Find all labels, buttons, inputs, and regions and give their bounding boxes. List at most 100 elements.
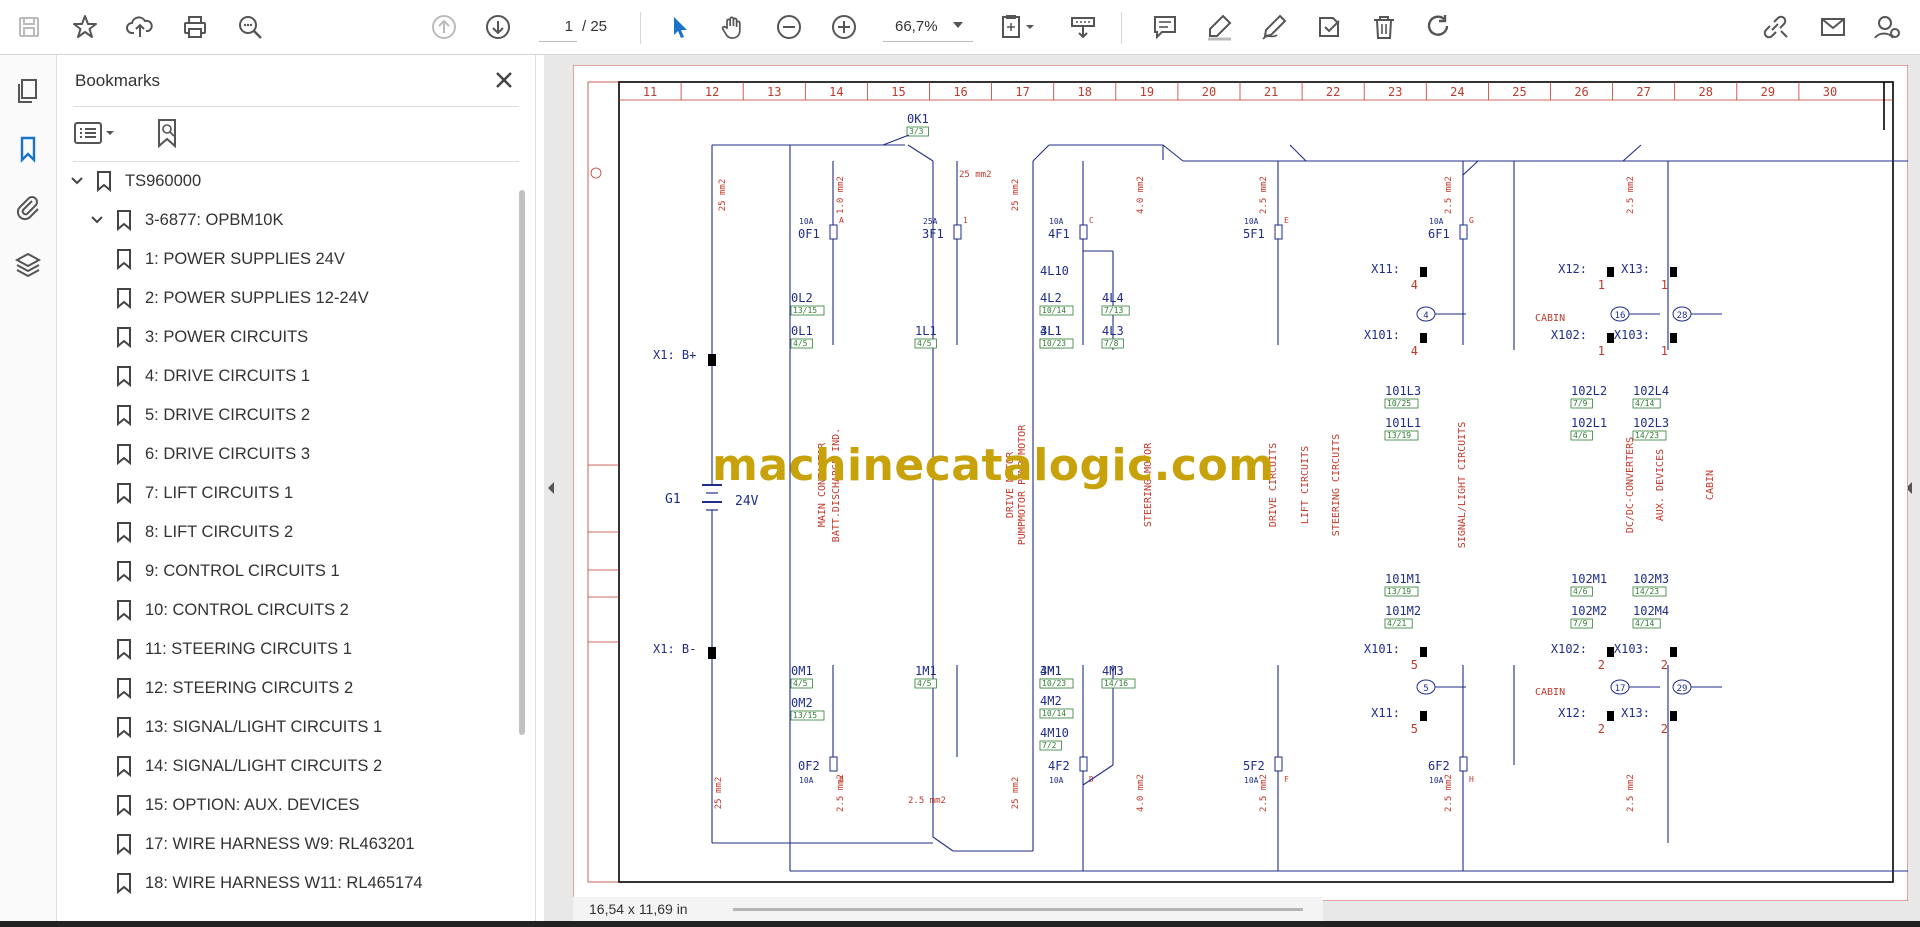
fuse-label: 5F1 [1243,227,1265,241]
scrollbar[interactable] [519,190,525,735]
bookmark-icon [115,560,133,583]
bookmark-item[interactable]: 5: DRIVE CIRCUITS 2 [115,399,310,431]
layers-icon[interactable] [12,249,44,281]
fuse-letter: H [1469,775,1474,784]
terminal-label: 4L4 [1102,291,1124,305]
bookmark-item[interactable]: 6: DRIVE CIRCUITS 3 [115,438,310,470]
battery-minus-terminal: X1: B- [653,642,696,656]
terminal-label: 4L1 [1040,324,1062,338]
chevron-down-icon[interactable] [953,22,963,28]
bookmark-icon [115,209,133,232]
bookmark-item[interactable]: 15: OPTION: AUX. DEVICES [115,789,360,821]
bookmarks-icon[interactable] [12,133,44,165]
reference-text: 4/5 [917,679,932,688]
wire-size-label: 2.5 mm2 [908,796,946,806]
stamp-icon[interactable] [1312,10,1346,44]
highlight-icon[interactable] [1202,10,1236,44]
chevron-down-icon[interactable] [67,171,87,191]
bookmark-label: 1: POWER SUPPLIES 24V [145,249,345,268]
reference-text: 7/9 [1573,619,1588,628]
zoom-out-icon[interactable] [772,10,806,44]
bookmark-item[interactable]: 14: SIGNAL/LIGHT CIRCUITS 2 [115,750,382,782]
page-total: / 25 [582,18,608,35]
wire-size-label: 2.5 mm2 [1259,774,1269,812]
bookmark-item[interactable]: 3: POWER CIRCUITS [115,321,308,353]
wire-size-label: 25 mm2 [718,179,728,212]
page-thumbnails-icon[interactable] [12,75,44,107]
watermark-text: machinecatalogic.com [712,440,1275,491]
bookmark-item[interactable]: 1: POWER SUPPLIES 24V [115,243,345,275]
bookmark-icon [115,755,133,778]
star-icon[interactable] [68,10,102,44]
save-icon[interactable] [12,10,46,44]
bookmark-item[interactable]: 11: STEERING CIRCUITS 1 [115,633,352,665]
collapse-panel-icon[interactable] [545,478,557,503]
bookmark-label: 3-6877: OPBM10K [145,210,284,229]
scroll-mode-icon[interactable] [1066,10,1100,44]
bookmark-item[interactable]: 13: SIGNAL/LIGHT CIRCUITS 1 [115,711,382,743]
bookmark-item[interactable]: 12: STEERING CIRCUITS 2 [115,672,353,704]
fuse-rating: 25A [923,217,938,226]
reference-text: 13/19 [1387,587,1411,596]
bookmark-item[interactable]: TS960000 [67,165,201,197]
share-link-icon[interactable] [1758,10,1792,44]
bookmark-item[interactable]: 7: LIFT CIRCUITS 1 [115,477,293,509]
bookmark-label: 7: LIFT CIRCUITS 1 [145,483,294,502]
cabin-label: CABIN [1535,687,1565,698]
bookmark-item[interactable]: 3-6877: OPBM10K [87,204,284,236]
bookmark-item[interactable]: 9: CONTROL CIRCUITS 1 [115,555,340,587]
reference-text: 4/6 [1573,431,1588,440]
print-icon[interactable] [178,10,212,44]
terminal-label: 102M1 [1571,572,1607,586]
connector-label: X102: [1551,642,1587,656]
bookmark-options-icon[interactable] [73,119,119,147]
column-number: 21 [1264,85,1278,99]
column-number: 27 [1636,85,1650,99]
page-number-input[interactable]: 1 [539,12,577,42]
close-icon[interactable] [491,67,517,93]
reference-text: 4/14 [1635,399,1654,408]
panel-title: Bookmarks [75,71,161,90]
select-tool-icon[interactable] [662,10,696,44]
chevron-down-icon[interactable] [87,210,107,230]
draw-icon[interactable] [1257,10,1291,44]
bookmark-item[interactable]: 2: POWER SUPPLIES 12-24V [115,282,369,314]
fuse-label: 5F2 [1243,759,1265,773]
delete-icon[interactable] [1367,10,1401,44]
email-icon[interactable] [1816,10,1850,44]
bookmark-item[interactable]: 18: WIRE HARNESS W11: RL465174 [115,867,423,899]
column-number: 12 [705,85,719,99]
connector-label: X12: [1558,262,1587,276]
fuse-rating: 10A [1429,776,1444,785]
column-number: 29 [1761,85,1775,99]
next-page-icon[interactable] [481,10,515,44]
node-number: 17 [1615,684,1626,694]
bookmark-icon [115,833,133,856]
bookmark-item[interactable]: 17: WIRE HARNESS W9: RL463201 [115,828,415,860]
bookmark-item[interactable]: 10: CONTROL CIRCUITS 2 [115,594,349,626]
horizontal-scrollbar[interactable] [733,908,1303,911]
redo-icon[interactable] [1422,10,1456,44]
fuse-letter: 1 [963,216,968,225]
connector-symbol [1607,711,1614,721]
zoom-in-icon[interactable] [827,10,861,44]
user-settings-icon[interactable] [1870,10,1904,44]
connector-label: X102: [1551,328,1587,342]
section-title: SIGNAL/LIGHT CIRCUITS [1457,422,1468,548]
comment-icon[interactable] [1148,10,1182,44]
chevron-down-icon[interactable] [1023,10,1037,44]
bookmark-icon [115,872,133,895]
bookmark-item[interactable]: 4: DRIVE CIRCUITS 1 [115,360,310,392]
bookmark-item[interactable]: 8: LIFT CIRCUITS 2 [115,516,293,548]
terminal-label: 0L2 [791,291,813,305]
column-number: 17 [1015,85,1029,99]
cloud-upload-icon[interactable] [123,10,157,44]
previous-page-icon[interactable] [427,10,461,44]
new-bookmark-icon[interactable] [153,117,183,149]
column-number: 15 [891,85,905,99]
bookmark-label: 8: LIFT CIRCUITS 2 [145,522,294,541]
attachments-icon[interactable] [12,191,44,223]
hand-tool-icon[interactable] [716,10,750,44]
find-icon[interactable] [233,10,267,44]
reference-text: 4/5 [793,339,808,348]
